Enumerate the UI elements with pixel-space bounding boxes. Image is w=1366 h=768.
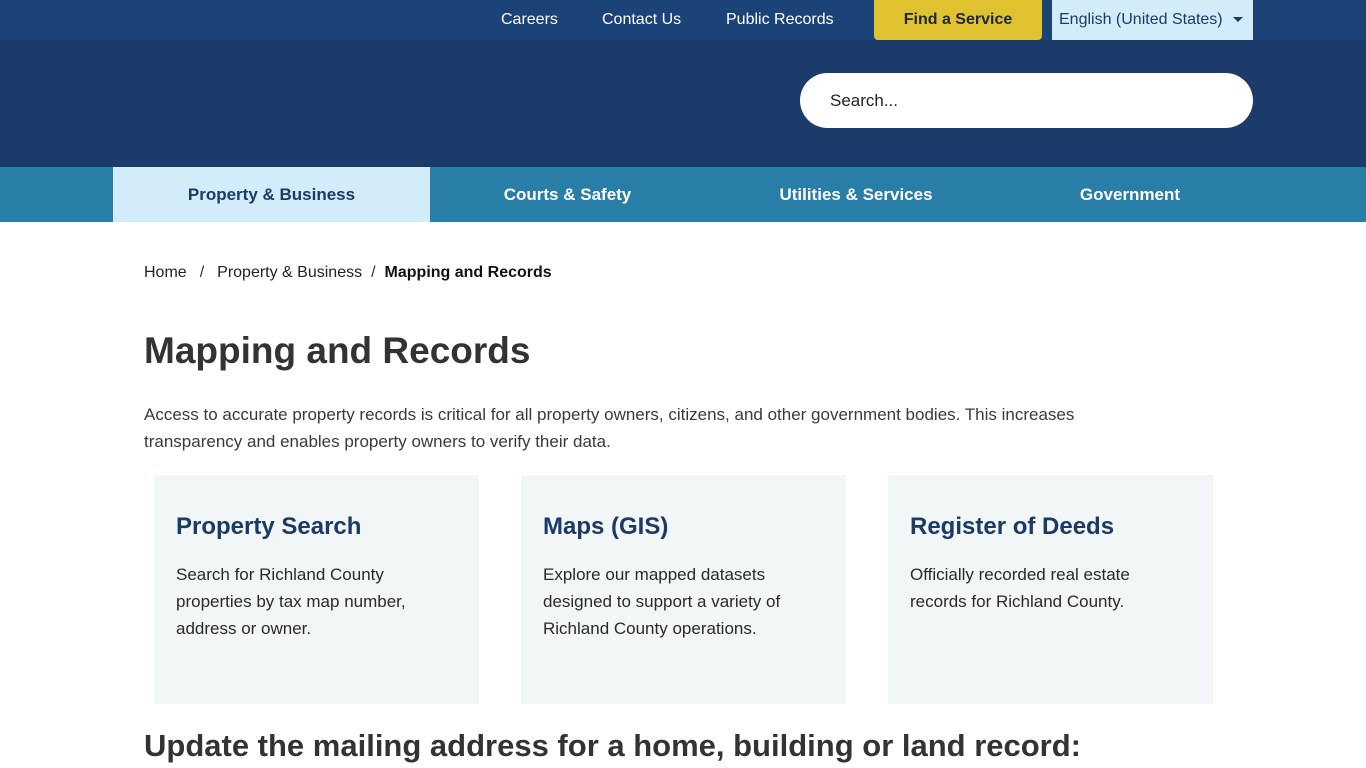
nav-item-courts-safety[interactable]: Courts & Safety: [430, 167, 705, 222]
language-select-value: English (United States): [1059, 11, 1223, 28]
nav-item-property-business[interactable]: Property & Business: [113, 167, 430, 222]
breadcrumb: Home / Property & Business / Mapping and Rec…: [144, 264, 552, 282]
nav-item-utilities-services[interactable]: Utilities & Services: [705, 167, 1007, 222]
card-text: Explore our mapped datasets designed to …: [543, 565, 781, 638]
careers-link[interactable]: Careers: [501, 0, 558, 40]
utility-bar: Careers Contact Us Public Records Find a…: [0, 0, 1366, 40]
section-heading: Update the mailing address for a home, b…: [144, 728, 1082, 763]
site-header: [0, 40, 1366, 167]
register-of-deeds-card[interactable]: Register of Deeds Officially recorded re…: [888, 475, 1213, 704]
card-text: Search for Richland County properties by…: [176, 565, 406, 638]
public-records-link[interactable]: Public Records: [726, 0, 834, 40]
card-title[interactable]: Property Search: [176, 513, 457, 541]
caret-down-icon: [1233, 17, 1243, 22]
card-title[interactable]: Register of Deeds: [910, 513, 1191, 541]
contact-us-link[interactable]: Contact Us: [602, 0, 681, 40]
nav-item-government[interactable]: Government: [1007, 167, 1253, 222]
breadcrumb-separator: /: [371, 264, 376, 281]
maps-gis-card[interactable]: Maps (GIS) Explore our mapped datasets d…: [521, 475, 846, 704]
breadcrumb-current: Mapping and Records: [384, 264, 552, 281]
card-text: Officially recorded real estate records …: [910, 565, 1130, 611]
property-search-card[interactable]: Property Search Search for Richland Coun…: [154, 475, 479, 704]
breadcrumb-home-link[interactable]: Home: [144, 264, 187, 281]
breadcrumb-separator: /: [199, 264, 205, 281]
search-input[interactable]: [800, 73, 1253, 128]
intro-text: Access to accurate property records is c…: [144, 405, 1075, 451]
breadcrumb-property-business-link[interactable]: Property & Business: [217, 264, 362, 281]
find-a-service-button[interactable]: Find a Service: [874, 0, 1042, 40]
card-title[interactable]: Maps (GIS): [543, 513, 824, 541]
page-title: Mapping and Records: [144, 330, 531, 371]
language-select[interactable]: English (United States): [1052, 0, 1253, 40]
main-nav: Property & Business Courts & Safety Util…: [0, 167, 1366, 222]
